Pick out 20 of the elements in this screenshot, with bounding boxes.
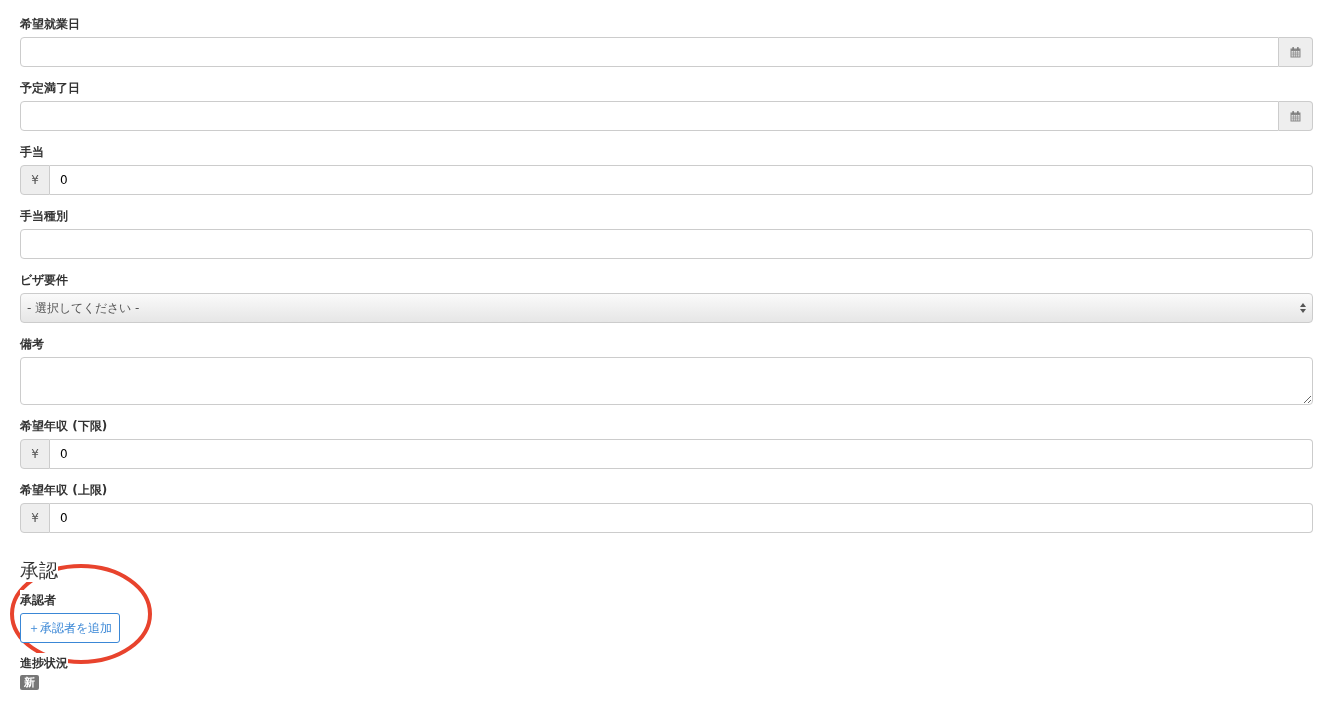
currency-field[interactable]: 0	[50, 165, 1313, 195]
date-field[interactable]	[20, 101, 1279, 131]
calendar-icon	[1290, 46, 1301, 58]
select-field[interactable]: - 選択してください -	[20, 293, 1313, 323]
currency-addon: ¥	[20, 439, 50, 469]
select-arrows-icon	[1300, 303, 1306, 313]
currency-field[interactable]: 0	[50, 503, 1313, 533]
calendar-button[interactable]	[1279, 37, 1313, 67]
notes-field[interactable]	[20, 357, 1313, 405]
currency-field[interactable]: 0	[50, 439, 1313, 469]
currency-addon: ¥	[20, 503, 50, 533]
calendar-icon	[1290, 110, 1301, 122]
currency-addon: ¥	[20, 165, 50, 195]
section-heading: 承認	[20, 558, 58, 582]
select-value: - 選択してください -	[27, 300, 140, 317]
status-badge: 新	[20, 675, 39, 690]
add-approver-button[interactable]: ＋承認者を追加	[20, 613, 120, 643]
text-field[interactable]	[20, 229, 1313, 259]
calendar-button[interactable]	[1279, 101, 1313, 131]
date-field[interactable]	[20, 37, 1279, 67]
